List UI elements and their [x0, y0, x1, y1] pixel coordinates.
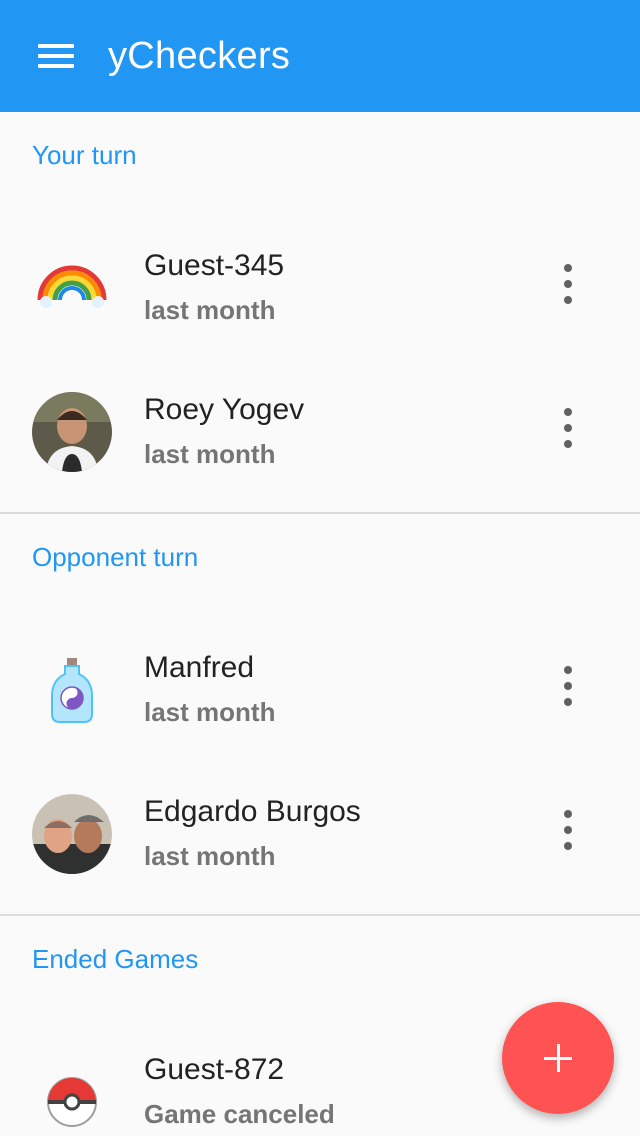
section-title: Your turn: [32, 140, 137, 170]
more-vert-dot: [564, 682, 572, 690]
player-name: Manfred: [144, 651, 255, 684]
more-vert-icon: [564, 408, 572, 416]
menu-icon: [38, 44, 74, 48]
photo-avatar: [32, 794, 112, 874]
more-options-button[interactable]: [548, 806, 588, 862]
more-vert-icon: [564, 666, 572, 674]
more-options-button[interactable]: [548, 662, 588, 718]
more-vert-dot: [564, 280, 572, 288]
game-item[interactable]: Manfred last month: [0, 618, 640, 762]
game-time: last month: [144, 697, 276, 727]
more-options-button[interactable]: [548, 404, 588, 460]
photo-avatar: [32, 392, 112, 472]
game-time: last month: [144, 841, 276, 871]
player-name: Edgardo Burgos: [144, 795, 361, 828]
game-item[interactable]: Guest-345 last month: [0, 216, 640, 360]
game-status: Game canceled: [144, 1099, 335, 1129]
player-name: Guest-345: [144, 249, 285, 282]
section-title: Ended Games: [32, 944, 199, 974]
more-vert-icon: [564, 810, 572, 818]
rainbow-avatar: [32, 248, 112, 328]
app-bar: yCheckers: [0, 0, 640, 112]
app-title: yCheckers: [108, 35, 291, 77]
more-options-button[interactable]: [548, 260, 588, 316]
game-time: last month: [144, 295, 276, 325]
more-vert-dot: [564, 698, 572, 706]
pokeball-avatar: [32, 1052, 112, 1132]
game-item[interactable]: Edgardo Burgos last month: [0, 762, 640, 906]
more-vert-dot: [564, 842, 572, 850]
menu-button[interactable]: [24, 36, 88, 76]
menu-icon-line: [38, 54, 74, 58]
games-list: Your turn Guest-345 last month Roey Yoge…: [0, 112, 640, 1136]
more-vert-dot: [564, 826, 572, 834]
game-item[interactable]: Roey Yogev last month: [0, 360, 640, 504]
bottle-avatar: [32, 650, 112, 730]
section-your-turn: Your turn Guest-345 last month Roey Yoge…: [0, 112, 640, 514]
more-vert-icon: [564, 264, 572, 272]
plus-icon-stroke: [557, 1044, 560, 1072]
player-name: Guest-872: [144, 1053, 285, 1086]
section-opponent-turn: Opponent turn Manfred last month Edgardo…: [0, 514, 640, 916]
game-time: last month: [144, 439, 276, 469]
menu-icon-line: [38, 64, 74, 68]
new-game-button[interactable]: [502, 1002, 614, 1114]
more-vert-dot: [564, 296, 572, 304]
more-vert-dot: [564, 440, 572, 448]
section-title: Opponent turn: [32, 542, 199, 572]
more-vert-dot: [564, 424, 572, 432]
player-name: Roey Yogev: [144, 393, 305, 426]
